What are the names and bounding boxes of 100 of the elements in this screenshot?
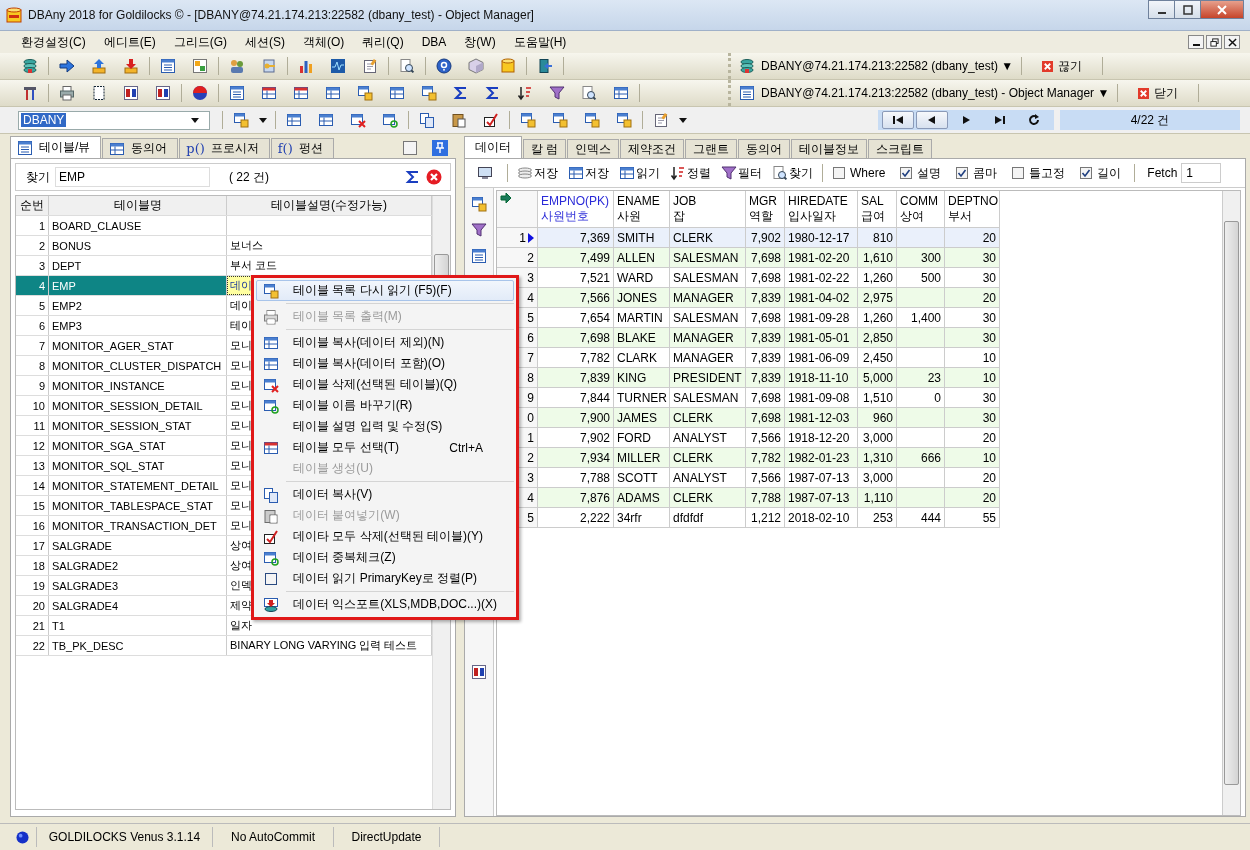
table-cell: 7,698 — [746, 408, 785, 428]
table-cell: 12 — [16, 436, 49, 455]
table-cell: 5 — [16, 296, 49, 315]
table-cell: JAMES — [614, 408, 670, 428]
table-cell: 1981-05-01 — [785, 328, 858, 348]
column-comment: 역할 — [749, 209, 773, 224]
column-name: DEPTNO — [948, 194, 998, 209]
table-cell: 23 — [897, 368, 945, 388]
table-cell: 18 — [16, 556, 49, 575]
status-text: GOLDILOCKS Venus 3.1.14 — [37, 827, 213, 847]
table-cell: 20 — [945, 488, 1000, 508]
column-name: MGR — [749, 194, 777, 209]
table-cell: MONITOR_TABLESPACE_STAT — [49, 496, 227, 515]
column-comment: 잡 — [673, 209, 685, 224]
column-comment: 사원 — [617, 209, 641, 224]
table-cell: 19 — [16, 576, 49, 595]
table-cell: 17 — [16, 536, 49, 555]
table-cell: 7,566 — [538, 288, 614, 308]
table-cell: 5,000 — [858, 368, 897, 388]
table-cell: 810 — [858, 228, 897, 248]
table-cell: 253 — [858, 508, 897, 528]
column-name: SAL — [861, 194, 884, 209]
column-name: EMPNO(PK) — [541, 194, 609, 209]
table-cell: 7 — [16, 336, 49, 355]
table-cell: 7,876 — [538, 488, 614, 508]
table-cell: 6 — [16, 316, 49, 335]
table-cell: MONITOR_SGA_STAT — [49, 436, 227, 455]
result-count: ( 22 건) — [229, 168, 269, 186]
table-cell: 55 — [945, 508, 1000, 528]
table-cell: dfdfdf — [670, 508, 746, 528]
table-cell: MANAGER — [670, 328, 746, 348]
table-cell: SALGRADE3 — [49, 576, 227, 595]
row-number: 1 — [497, 228, 538, 248]
table-cell: 7,900 — [538, 408, 614, 428]
table-cell: 20 — [945, 228, 1000, 248]
column-comment: 입사일자 — [788, 209, 836, 224]
table-cell: 7,698 — [538, 328, 614, 348]
table-cell: EMP3 — [49, 316, 227, 335]
table-cell: 1918-11-10 — [785, 368, 858, 388]
table-cell: MONITOR_INSTANCE — [49, 376, 227, 395]
table-cell: MONITOR_SESSION_STAT — [49, 416, 227, 435]
table-cell: SALESMAN — [670, 248, 746, 268]
table-cell: 7,839 — [746, 368, 785, 388]
table-cell: 34rfr — [614, 508, 670, 528]
table-cell: ADAMS — [614, 488, 670, 508]
table-cell: 11 — [16, 416, 49, 435]
table-cell: 10 — [945, 448, 1000, 468]
table-cell: 20 — [16, 596, 49, 615]
table-cell: 14 — [16, 476, 49, 495]
window-title: DBAny 2018 for Goldilocks © - [DBANY@74.21.174.213:22582 (dbany_test) - Object Manager] — [28, 8, 534, 22]
table-cell: 1981-04-02 — [785, 288, 858, 308]
table-cell: 2,222 — [538, 508, 614, 528]
table-cell: 15 — [16, 496, 49, 515]
status-text: DirectUpdate — [334, 827, 440, 847]
table-cell: SMITH — [614, 228, 670, 248]
table-cell: 1981-12-03 — [785, 408, 858, 428]
table-cell: 1 — [16, 216, 49, 235]
fetch-label: Fetch — [1147, 166, 1178, 180]
column-comment: 부서 — [948, 209, 972, 224]
table-cell: 7,839 — [538, 368, 614, 388]
table-cell: MONITOR_TRANSACTION_DET — [49, 516, 227, 535]
table-cell: 7,788 — [746, 488, 785, 508]
table-cell: 7,369 — [538, 228, 614, 248]
table-cell: 4 — [16, 276, 49, 295]
table-cell: ALLEN — [614, 248, 670, 268]
table-cell: 10 — [16, 396, 49, 415]
row-number: 2 — [497, 248, 538, 268]
table-cell: DEPT — [49, 256, 227, 275]
table-cell: BLAKE — [614, 328, 670, 348]
table-cell: 22 — [16, 636, 49, 655]
table-cell: 20 — [945, 288, 1000, 308]
table-cell: 7,698 — [746, 248, 785, 268]
table-cell: 7,839 — [746, 328, 785, 348]
table-cell: 1,212 — [746, 508, 785, 528]
table-cell: 2 — [16, 236, 49, 255]
table-cell: 444 — [897, 508, 945, 528]
table-cell: 1982-01-23 — [785, 448, 858, 468]
table-cell: 7,839 — [746, 288, 785, 308]
record-counter: 4/22 건 — [1060, 110, 1240, 130]
table-cell: MONITOR_AGER_STAT — [49, 336, 227, 355]
table-cell: 1,610 — [858, 248, 897, 268]
column-name: JOB — [673, 194, 697, 209]
table-cell: CLERK — [670, 408, 746, 428]
column-comment: 급여 — [861, 209, 885, 224]
table-cell: 1981-02-20 — [785, 248, 858, 268]
table-cell: T1 — [49, 616, 227, 635]
table-cell: MONITOR_SESSION_DETAIL — [49, 396, 227, 415]
table-cell: 2,975 — [858, 288, 897, 308]
column-name: COMM — [900, 194, 938, 209]
table-cell: 960 — [858, 408, 897, 428]
table-cell: MONITOR_SQL_STAT — [49, 456, 227, 475]
table-cell: CLERK — [670, 448, 746, 468]
table-cell: JONES — [614, 288, 670, 308]
table-cell: TB_PK_DESC — [49, 636, 227, 655]
table-cell: 7,934 — [538, 448, 614, 468]
table-cell: 1980-12-17 — [785, 228, 858, 248]
column-name: HIREDATE — [788, 194, 848, 209]
table-cell: 2018-02-10 — [785, 508, 858, 528]
table-cell: KING — [614, 368, 670, 388]
table-cell: 300 — [897, 248, 945, 268]
